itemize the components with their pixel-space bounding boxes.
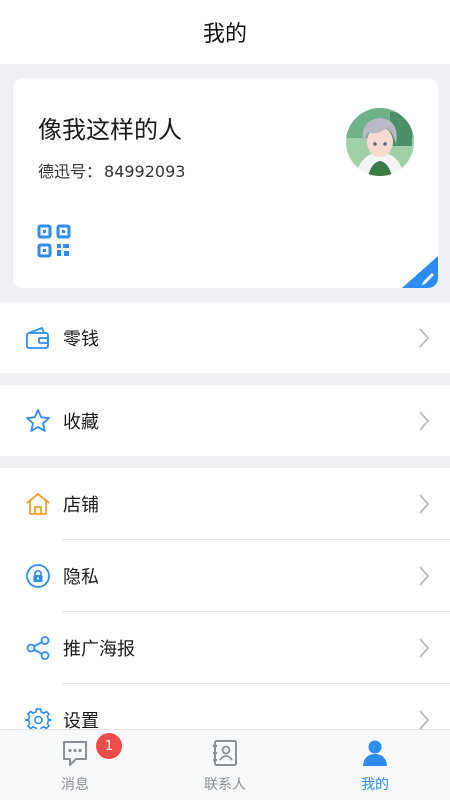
header-bar: 我的 [0, 0, 450, 64]
chat-icon [63, 741, 87, 766]
menu-item-privacy[interactable]: 隐私 [0, 540, 450, 611]
menu-item-poster[interactable]: 推广海报 [0, 612, 450, 683]
qr-code-icon[interactable] [37, 224, 71, 258]
chevron-right-icon [419, 328, 430, 348]
page-title: 我的 [202, 22, 247, 47]
tab-label-messages: 消息 [61, 777, 89, 793]
wallet-icon [26, 326, 49, 349]
menu-group-favorites: 收藏 [0, 385, 450, 456]
menu-label-wallet: 零钱 [63, 328, 99, 350]
share-icon [26, 635, 50, 660]
tab-me[interactable]: 我的 [300, 730, 450, 800]
menu-item-wallet[interactable]: 零钱 [0, 302, 450, 373]
person-icon [363, 740, 387, 766]
profile-id-label: 德迅号： [38, 162, 103, 181]
tab-label-contacts: 联系人 [204, 777, 246, 793]
avatar[interactable] [346, 108, 414, 176]
edit-profile-button[interactable] [402, 256, 438, 288]
menu-label-shop: 店铺 [63, 494, 99, 516]
chevron-right-icon [419, 411, 430, 431]
profile-card[interactable]: 像我这样的人 德迅号： 84992093 [13, 78, 438, 288]
menu-label-poster: 推广海报 [63, 638, 135, 660]
menu-item-shop[interactable]: 店铺 [0, 468, 450, 539]
star-icon [26, 408, 50, 432]
menu-group-main: 店铺 隐私 推广海报 设置 [0, 468, 450, 729]
tab-label-me: 我的 [361, 777, 389, 793]
profile-screen: 我的 像我这样的人 德迅号： 84992093 零钱 收藏 店铺 隐私 推广海报… [0, 0, 450, 800]
lock-icon [26, 563, 50, 588]
profile-id-value: 84992093 [104, 162, 186, 181]
chevron-right-icon [419, 638, 430, 658]
chevron-right-icon [419, 566, 430, 586]
shop-icon [26, 492, 50, 515]
gear-icon [25, 707, 51, 729]
contacts-book-icon [213, 740, 237, 766]
menu-group-wallet: 零钱 [0, 302, 450, 373]
chevron-right-icon [419, 710, 430, 729]
menu-item-favorites[interactable]: 收藏 [0, 385, 450, 456]
tab-contacts[interactable]: 联系人 [150, 730, 300, 800]
bottom-tab-bar: 消息 1 联系人 我的 [0, 729, 450, 800]
menu-label-favorites: 收藏 [63, 411, 99, 433]
tab-messages[interactable]: 消息 1 [0, 730, 150, 800]
unread-badge: 1 [96, 733, 122, 759]
chevron-right-icon [419, 494, 430, 514]
menu-label-privacy: 隐私 [63, 566, 99, 588]
profile-id: 德迅号： 84992093 [38, 158, 185, 182]
menu-label-settings: 设置 [63, 710, 99, 730]
profile-name: 像我这样的人 [38, 116, 182, 144]
menu-item-settings[interactable]: 设置 [0, 684, 450, 729]
